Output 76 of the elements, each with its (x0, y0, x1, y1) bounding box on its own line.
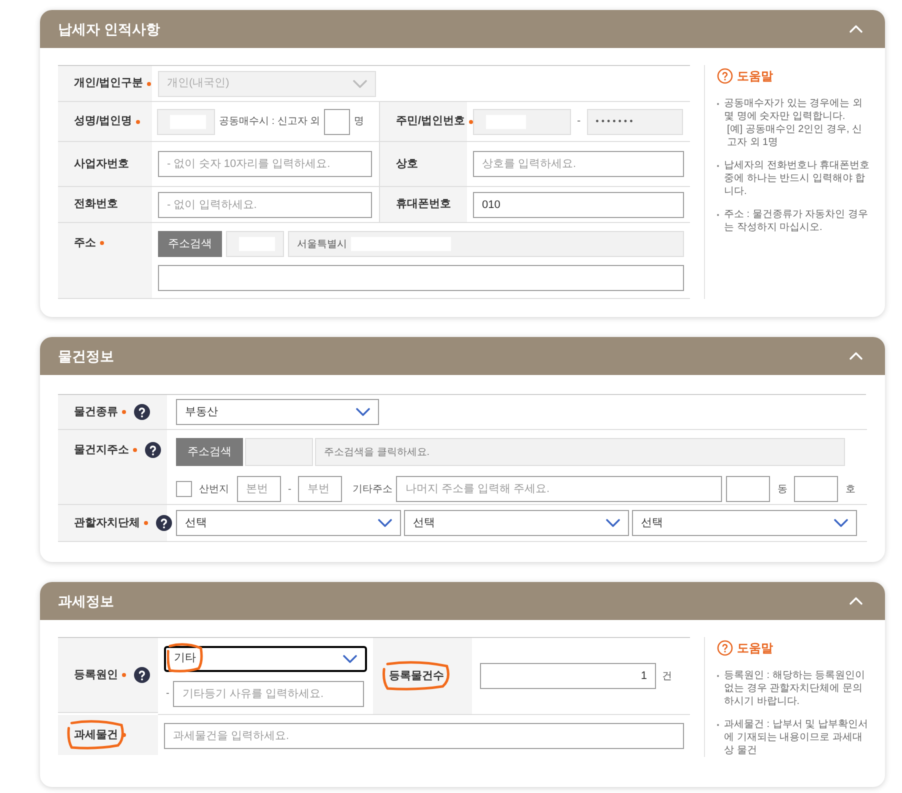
chevron-down-icon (353, 80, 367, 88)
help-icon[interactable] (145, 442, 161, 458)
field-label: 상호 (396, 156, 418, 172)
select-dropdown[interactable]: 부동산 (176, 399, 379, 425)
help-text: 공동매수자가 있는 경우에는 외 몇 명에 숫자만 입력합니다. (724, 97, 864, 123)
input-field[interactable]: 나머지 주소를 입력해 주세요. (396, 476, 722, 502)
help-text: 주소 : 물건종류가 자동차인 경우는 작성하지 마십시오. (724, 208, 869, 234)
address-search-button[interactable]: 주소검색 (158, 231, 222, 257)
input-field[interactable] (726, 476, 770, 502)
help-text: 과세물건 : 납부서 및 납부확인서에 기재되는 내용이므로 과세대상 물건 (724, 718, 869, 757)
etc-address-label: 기타주소 (352, 482, 392, 496)
unit-label: 건 (662, 670, 672, 684)
chevron-down-icon (606, 519, 620, 527)
field-label: 주소 (74, 236, 96, 251)
field-label: 사업자번호 (74, 156, 129, 172)
input-field[interactable]: 기타등기 사유를 입력하세요. (173, 680, 364, 706)
input-field[interactable]: - 없이 입력하세요. (158, 192, 372, 218)
field-label: 전화번호 (74, 197, 118, 212)
field-label: 관할자치단체 (74, 516, 140, 531)
readonly-field[interactable] (473, 108, 571, 134)
co-buyer-label: 공동매수시 : 신고자 외 (219, 115, 320, 129)
field-label: 휴대폰번호 (396, 197, 451, 212)
help-text: 납세자의 전화번호나 휴대폰번호 중에 하나는 반드시 입력해야 합니다. (724, 159, 870, 198)
readonly-field[interactable]: 주소검색을 클릭하세요. (315, 438, 845, 466)
help-title: 도움말 (737, 68, 773, 85)
input-field[interactable]: 상호를 입력하세요. (473, 151, 684, 177)
readonly-field[interactable]: • • • • • • • (586, 108, 683, 134)
section-title: 납세자 인적사항 (58, 20, 160, 38)
help-icon (717, 640, 733, 656)
readonly-field[interactable] (245, 438, 313, 466)
input-field[interactable] (158, 265, 684, 291)
unit-label: 호 (844, 482, 856, 496)
unit-label: 동 (776, 482, 788, 496)
select-dropdown[interactable]: 선택 (404, 510, 629, 536)
input-field[interactable]: 부번 (298, 476, 342, 502)
separator-text: - (166, 687, 170, 701)
separator-text: - (287, 482, 292, 496)
checkbox-label: 산번지 (199, 482, 230, 496)
help-title: 도움말 (737, 640, 773, 657)
section-title: 물건정보 (58, 346, 114, 366)
readonly-field[interactable] (226, 231, 284, 257)
separator-text: - (576, 114, 582, 130)
input-field[interactable]: 본번 (237, 476, 281, 502)
input-field[interactable]: 010 (473, 192, 684, 218)
checkbox[interactable] (176, 481, 192, 497)
help-icon[interactable] (134, 404, 150, 420)
help-icon[interactable] (156, 515, 172, 531)
field-label: 성명/법인명 (74, 114, 132, 130)
select-dropdown[interactable]: 선택 (176, 510, 401, 536)
help-icon (717, 68, 733, 84)
field-label: 과세물건 (74, 728, 118, 743)
help-example: [예] 공동매수인 2인인 경우, 신고자 외 1명 (726, 123, 864, 149)
chevron-down-icon (378, 519, 392, 527)
field-label: 물건종류 (74, 404, 118, 420)
section-title: 과세정보 (58, 592, 114, 610)
help-icon[interactable] (134, 667, 150, 683)
input-field[interactable] (794, 476, 838, 502)
input-field[interactable]: 1 (480, 663, 656, 689)
readonly-field[interactable] (157, 108, 215, 134)
chevron-down-icon (834, 519, 848, 527)
field-label: 주민/법인번호 (396, 114, 466, 130)
select-dropdown[interactable]: 선택 (632, 510, 857, 536)
input-field[interactable] (324, 108, 350, 134)
address-search-button[interactable]: 주소검색 (176, 438, 243, 466)
input-field[interactable]: - 없이 숫자 10자리를 입력하세요. (158, 151, 372, 177)
field-label: 등록원인 (74, 668, 118, 683)
chevron-down-icon (356, 408, 370, 416)
chevron-down-icon (343, 654, 357, 662)
select-dropdown[interactable]: 기타 (164, 646, 367, 672)
field-label: 물건지주소 (74, 442, 129, 458)
input-field[interactable]: 과세물건을 입력하세요. (164, 723, 684, 749)
readonly-field[interactable]: 서울특별시 (288, 231, 684, 257)
help-text: 등록원인 : 해당하는 등록원인이 없는 경우 관할자치단체에 문의하시기 바랍니다. (724, 669, 866, 708)
unit-label: 명 (354, 115, 364, 129)
field-label: 등록물건수 (389, 668, 444, 684)
field-label: 개인/법인구분 (74, 76, 144, 92)
